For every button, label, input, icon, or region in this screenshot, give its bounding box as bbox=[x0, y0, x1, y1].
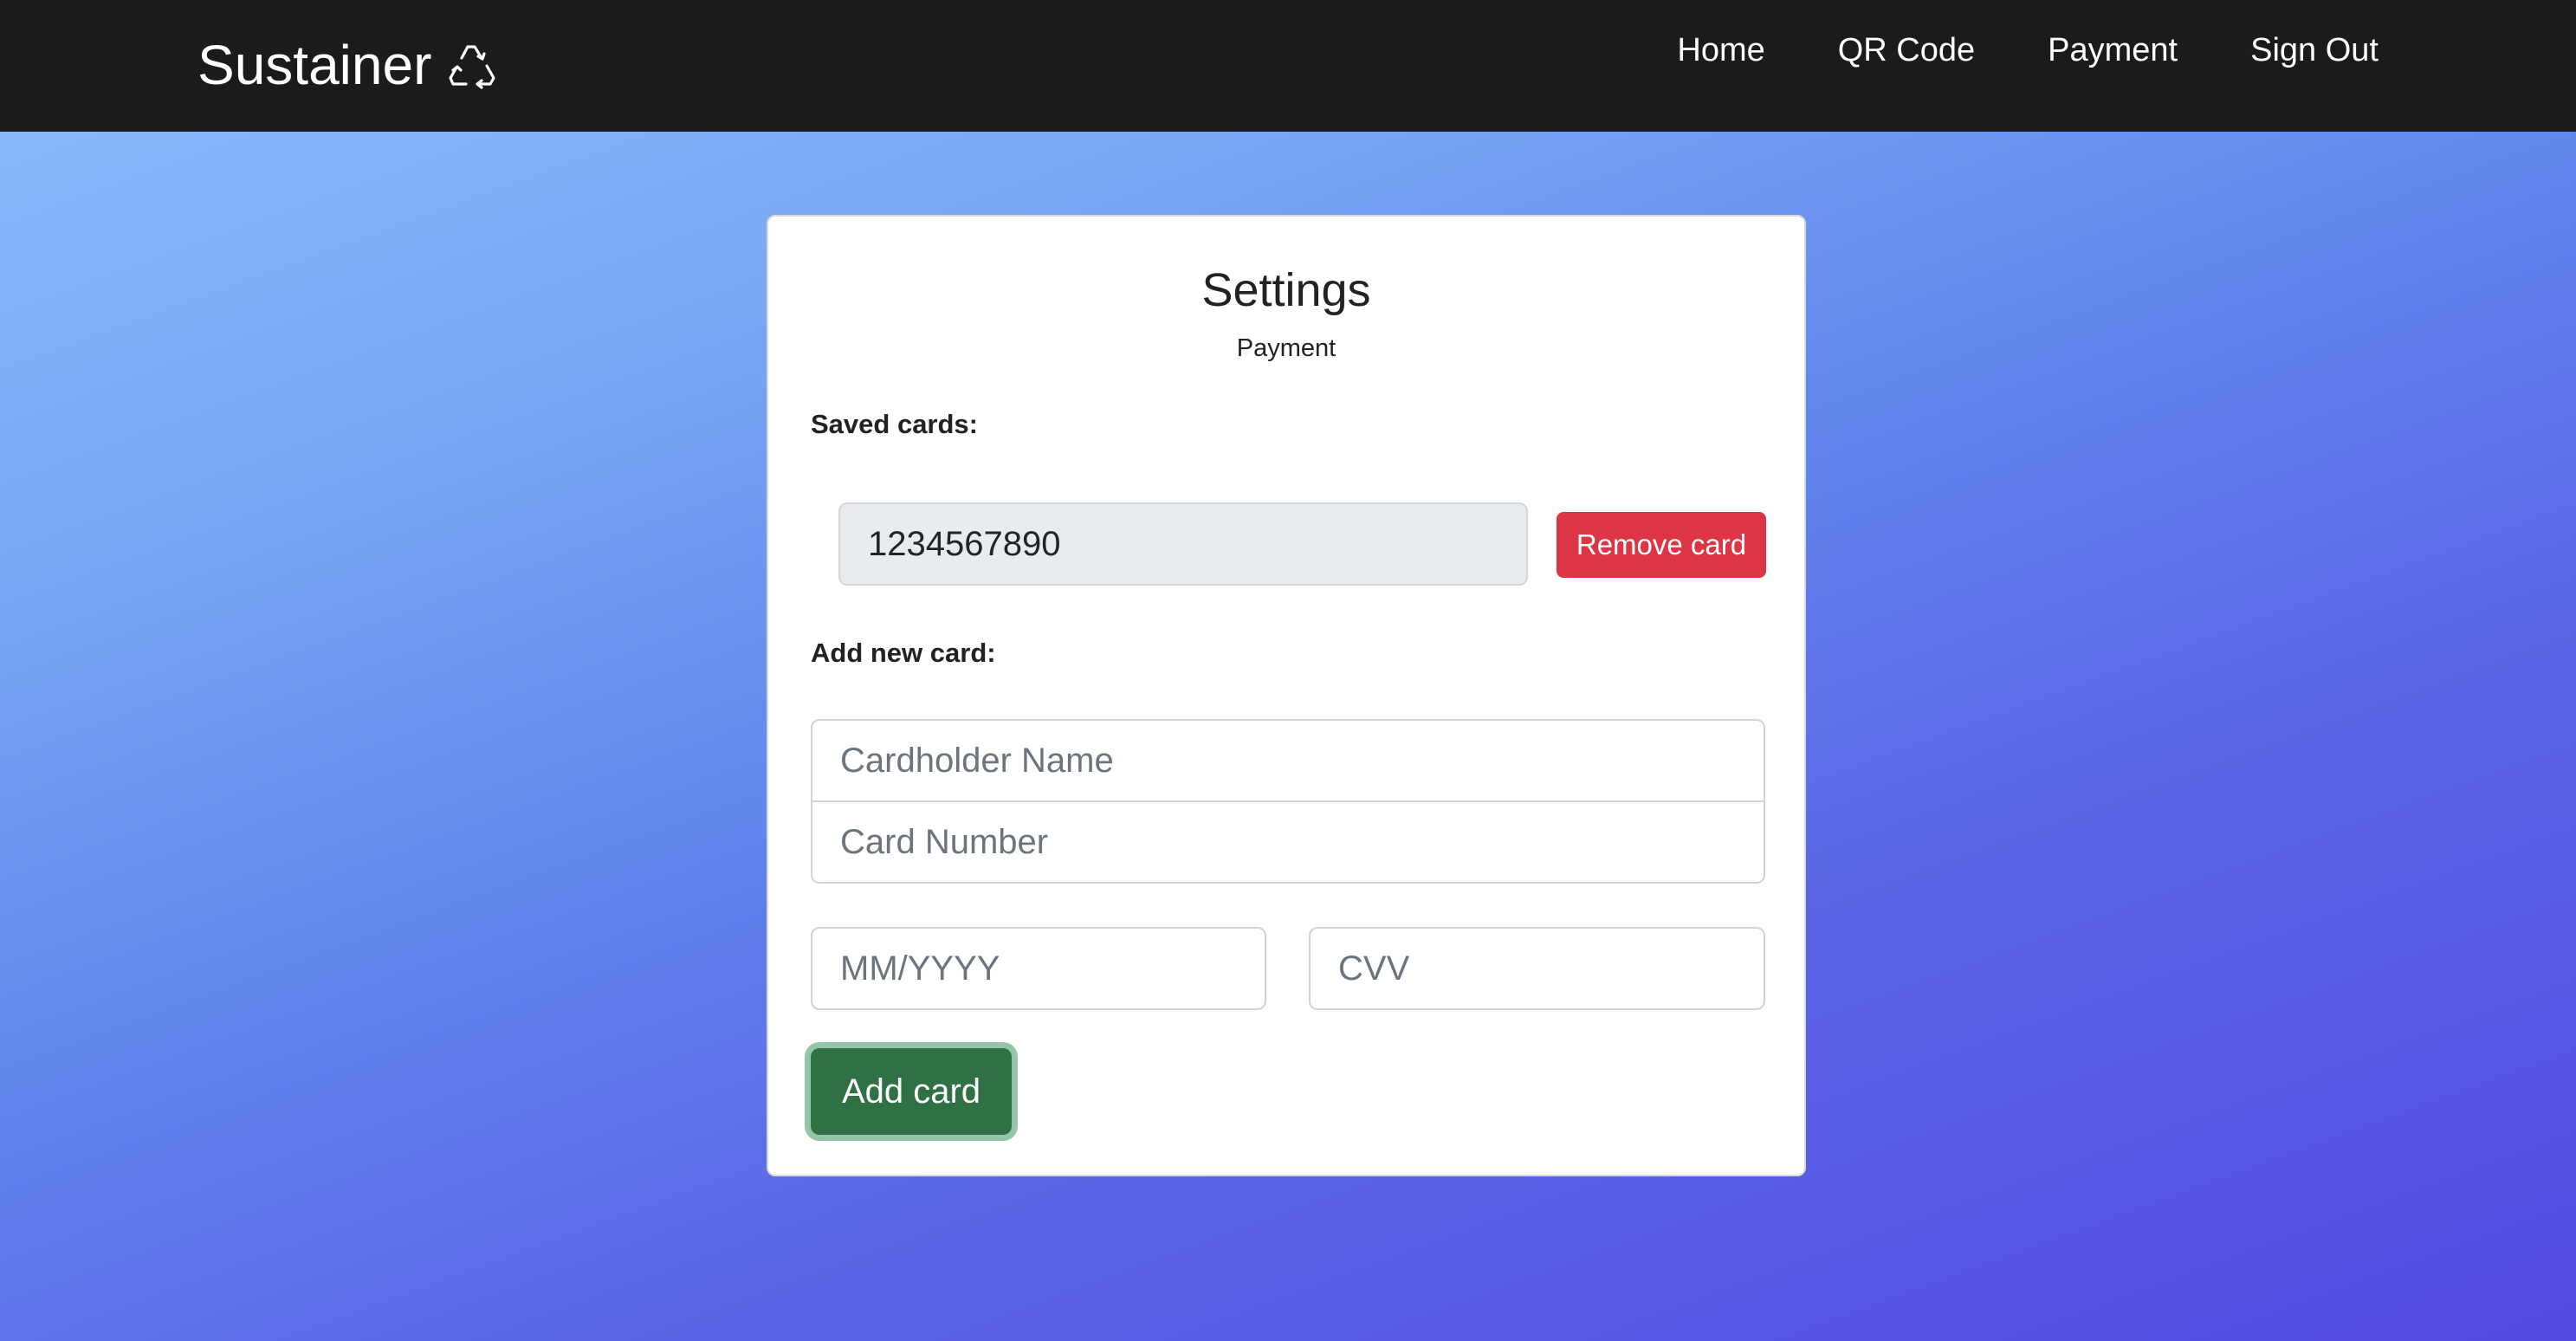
nav-sign-out[interactable]: Sign Out bbox=[2250, 32, 2379, 69]
saved-cards-label: Saved cards: bbox=[811, 409, 978, 439]
nav-home[interactable]: Home bbox=[1677, 32, 1764, 69]
saved-card-number: 1234567890 bbox=[838, 502, 1528, 586]
settings-card: Settings Payment Saved cards: 1234567890… bbox=[767, 215, 1806, 1176]
remove-card-button[interactable]: Remove card bbox=[1557, 512, 1766, 578]
nav-qr-code[interactable]: QR Code bbox=[1838, 32, 1975, 69]
page-title: Settings bbox=[1201, 264, 1371, 316]
expiry-date-input[interactable] bbox=[811, 927, 1266, 1010]
nav-links: Home QR Code Payment Sign Out bbox=[1604, 24, 2379, 76]
page-subtitle: Payment bbox=[1236, 334, 1337, 362]
cvv-input[interactable] bbox=[1309, 927, 1765, 1010]
brand-link[interactable]: Sustainer bbox=[197, 28, 501, 102]
add-card-button[interactable]: Add card bbox=[811, 1048, 1012, 1135]
add-new-card-label: Add new card: bbox=[811, 638, 996, 668]
nav-payment[interactable]: Payment bbox=[2048, 32, 2178, 69]
card-number-input[interactable] bbox=[811, 800, 1765, 884]
recycle-icon bbox=[443, 36, 501, 94]
navbar: Sustainer Home QR Code Payment Sign Out bbox=[0, 0, 2576, 132]
brand-name: Sustainer bbox=[197, 34, 432, 96]
cardholder-name-input[interactable] bbox=[811, 719, 1765, 802]
